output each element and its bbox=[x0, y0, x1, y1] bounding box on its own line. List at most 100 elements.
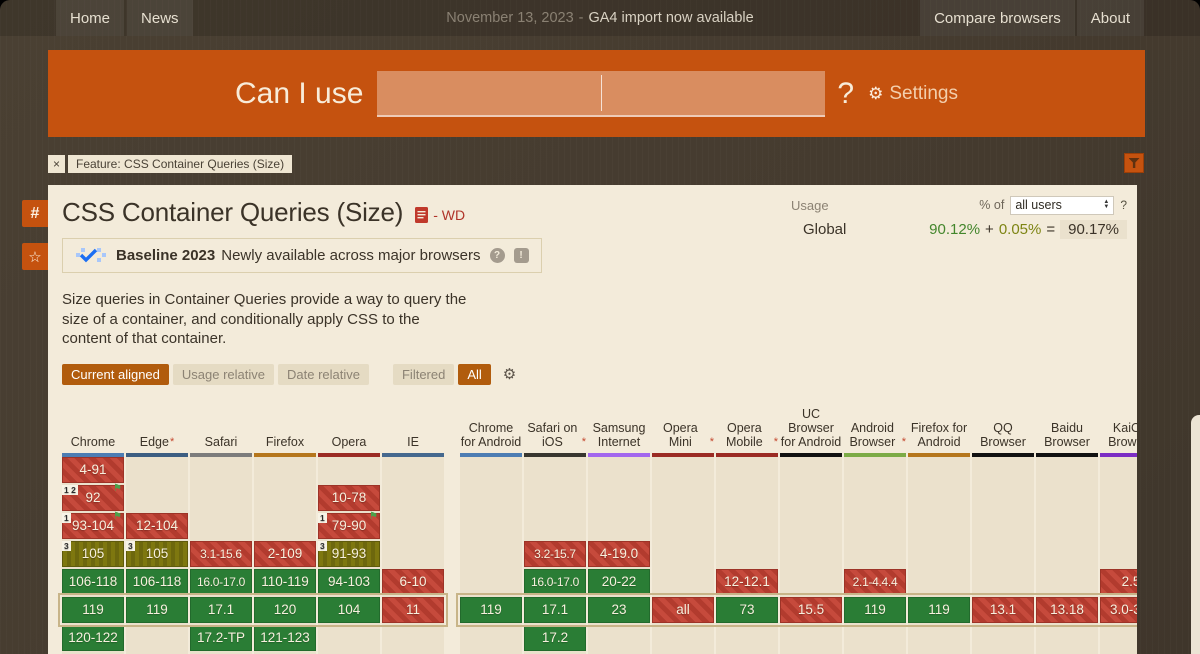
announcement-date: November 13, 2023 bbox=[446, 10, 573, 26]
support-cell[interactable]: 120 bbox=[254, 597, 316, 623]
asterisk-note-icon: * bbox=[710, 435, 714, 449]
support-cell[interactable]: 4-91 bbox=[62, 457, 124, 483]
support-cell[interactable]: 3.2-15.7 bbox=[524, 541, 586, 567]
support-cell[interactable]: 1053 bbox=[62, 541, 124, 567]
feature-description: Size queries in Container Queries provid… bbox=[62, 290, 470, 349]
support-cell[interactable]: 73 bbox=[716, 597, 778, 623]
support-cell[interactable]: 3.1-15.6 bbox=[190, 541, 252, 567]
support-cell[interactable]: 119 bbox=[844, 597, 906, 623]
support-cell[interactable]: 17.1 bbox=[190, 597, 252, 623]
browser-column: Samsung Internet 4-19.020-2223 bbox=[588, 395, 650, 654]
support-cell[interactable]: 121-123 bbox=[254, 625, 316, 651]
support-cell[interactable]: 17.2 bbox=[524, 625, 586, 651]
filter-toggle-button[interactable] bbox=[1124, 153, 1144, 173]
support-cell[interactable]: 16.0-17.0 bbox=[524, 569, 586, 595]
browser-name: Android Browser* bbox=[844, 395, 906, 453]
usage-partial-value: 0.05% bbox=[999, 221, 1042, 238]
version-cells: 13.18 bbox=[1036, 457, 1098, 654]
support-cell[interactable]: 13.18 bbox=[1036, 597, 1098, 623]
support-cell[interactable]: 16.0-17.0 bbox=[190, 569, 252, 595]
support-cell[interactable]: 6-10 bbox=[382, 569, 444, 595]
support-cell[interactable]: 3.0-3.1 bbox=[1100, 597, 1137, 623]
document-icon bbox=[415, 207, 428, 223]
baseline-text: Baseline 2023Newly available across majo… bbox=[116, 247, 481, 264]
footnote-badge: 1 bbox=[318, 513, 327, 523]
announcement-link[interactable]: GA4 import now available bbox=[588, 10, 753, 26]
date-relative-button[interactable]: Date relative bbox=[278, 364, 369, 385]
browser-column: Baidu Browser13.18 bbox=[1036, 395, 1098, 654]
usage-help-link[interactable]: ? bbox=[1120, 198, 1127, 212]
browser-name: Chrome bbox=[62, 395, 124, 453]
page-title: CSS Container Queries (Size) bbox=[62, 197, 403, 228]
feature-panel: CSS Container Queries (Size) - WD Usage … bbox=[48, 185, 1137, 654]
filtered-button[interactable]: Filtered bbox=[393, 364, 454, 385]
baseline-banner: Baseline 2023Newly available across majo… bbox=[62, 238, 542, 273]
usage-scope-select[interactable]: all users ▲▼ bbox=[1010, 196, 1114, 215]
support-cell[interactable]: 2-109 bbox=[254, 541, 316, 567]
browser-group: Chrome4-91921 2⚑93-1041⚑1053106-11811912… bbox=[62, 395, 444, 654]
version-cells: 12-12.173 bbox=[716, 457, 778, 654]
table-settings-gear-icon[interactable]: ⚙ bbox=[503, 365, 516, 383]
support-cell[interactable]: 17.1 bbox=[524, 597, 586, 623]
support-cell[interactable]: 79-901⚑ bbox=[318, 513, 380, 539]
version-cells: 13.1 bbox=[972, 457, 1034, 654]
support-cell[interactable]: 2.1-4.4.4 bbox=[844, 569, 906, 595]
version-cells: 2.1-4.4.4119 bbox=[844, 457, 906, 654]
nav-about-button[interactable]: About bbox=[1077, 0, 1144, 36]
support-cell[interactable]: 93-1041⚑ bbox=[62, 513, 124, 539]
support-cell[interactable]: 104 bbox=[318, 597, 380, 623]
background-panel-edge bbox=[1191, 415, 1200, 654]
baseline-feedback-icon[interactable]: ! bbox=[514, 248, 529, 263]
support-cell[interactable]: 120-122 bbox=[62, 625, 124, 651]
nav-home-button[interactable]: Home bbox=[56, 0, 124, 36]
current-aligned-button[interactable]: Current aligned bbox=[62, 364, 169, 385]
footnote-badge: 3 bbox=[62, 541, 71, 551]
nav-news-button[interactable]: News bbox=[127, 0, 193, 36]
usage-supported-value: 90.12% bbox=[929, 221, 980, 238]
nav-compare-browsers-button[interactable]: Compare browsers bbox=[920, 0, 1075, 36]
browser-column: Firefox for Android119 bbox=[908, 395, 970, 654]
select-arrows-icon: ▲▼ bbox=[1103, 200, 1109, 210]
support-cell[interactable]: 110-119 bbox=[254, 569, 316, 595]
support-cell[interactable]: 106-118 bbox=[126, 569, 188, 595]
footnote-badge: 1 2 bbox=[62, 485, 78, 495]
baseline-icon bbox=[75, 246, 107, 265]
support-cell[interactable]: 119 bbox=[62, 597, 124, 623]
support-cell[interactable]: 94-103 bbox=[318, 569, 380, 595]
support-cell[interactable]: 15.5 bbox=[780, 597, 842, 623]
browser-name: IE bbox=[382, 395, 444, 453]
support-cell[interactable]: 4-19.0 bbox=[588, 541, 650, 567]
version-cells: all bbox=[652, 457, 714, 654]
browser-group: Chrome for Android119Safari on iOS*3.2-1… bbox=[460, 395, 1137, 654]
support-cell[interactable]: 119 bbox=[126, 597, 188, 623]
all-button[interactable]: All bbox=[458, 364, 490, 385]
support-cell[interactable]: 23 bbox=[588, 597, 650, 623]
permalink-button[interactable]: # bbox=[22, 200, 48, 227]
support-cell[interactable]: 1053 bbox=[126, 541, 188, 567]
support-cell[interactable]: 921 2⚑ bbox=[62, 485, 124, 511]
close-icon[interactable]: × bbox=[48, 155, 65, 173]
support-cell[interactable]: 10-78 bbox=[318, 485, 380, 511]
support-cell[interactable]: 91-933 bbox=[318, 541, 380, 567]
support-cell[interactable]: all bbox=[652, 597, 714, 623]
usage-relative-button[interactable]: Usage relative bbox=[173, 364, 274, 385]
support-cell[interactable]: 119 bbox=[460, 597, 522, 623]
settings-button[interactable]: ⚙ Settings bbox=[868, 83, 958, 105]
support-cell[interactable]: 106-118 bbox=[62, 569, 124, 595]
favorite-star-button[interactable]: ☆ bbox=[22, 243, 48, 270]
support-cell[interactable]: 12-104 bbox=[126, 513, 188, 539]
support-cell[interactable]: 12-12.1 bbox=[716, 569, 778, 595]
support-cell[interactable]: 17.2-TP bbox=[190, 625, 252, 651]
baseline-help-icon[interactable]: ? bbox=[490, 248, 505, 263]
browser-name: Samsung Internet bbox=[588, 395, 650, 453]
support-cell[interactable]: 20-22 bbox=[588, 569, 650, 595]
support-cell[interactable]: 119 bbox=[908, 597, 970, 623]
support-cell[interactable]: 11 bbox=[382, 597, 444, 623]
usage-block: Usage % of all users ▲▼ ? Global 90.12% bbox=[791, 195, 1127, 239]
support-cell[interactable]: 2.5 bbox=[1100, 569, 1137, 595]
support-cell[interactable]: 13.1 bbox=[972, 597, 1034, 623]
spec-link[interactable]: - WD bbox=[415, 207, 465, 223]
browser-column: Opera Mini*all bbox=[652, 395, 714, 654]
version-cells: 3.1-15.616.0-17.017.117.2-TP bbox=[190, 457, 252, 654]
browser-column: KaiOS Browser2.53.0-3.1 bbox=[1100, 395, 1137, 654]
